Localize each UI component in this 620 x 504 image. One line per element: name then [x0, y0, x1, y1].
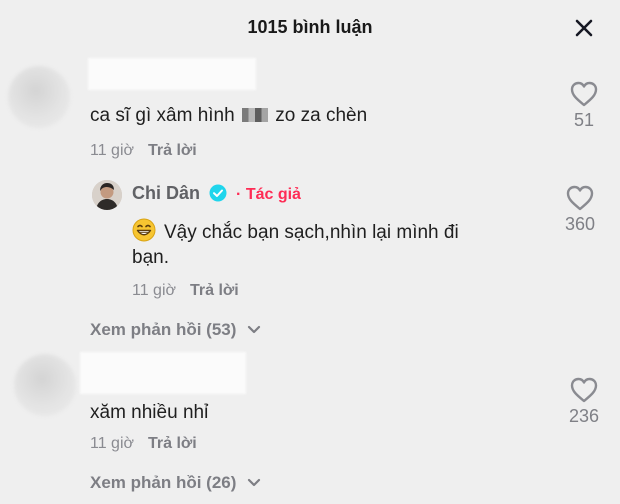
view-replies-label: Xem phản hồi (26) — [90, 473, 237, 492]
comment-time: 11 giờ — [90, 142, 134, 159]
heart-outline-icon — [570, 377, 598, 403]
view-replies-button[interactable]: Xem phản hồi (53) — [90, 320, 261, 340]
view-replies-label: Xem phản hồi (53) — [90, 320, 237, 339]
chevron-down-icon — [248, 478, 261, 487]
grin-emoji-icon — [132, 218, 156, 242]
heart-outline-icon — [566, 185, 594, 211]
reply-button[interactable]: Trả lời — [190, 282, 239, 299]
author-name[interactable]: Chi Dân — [132, 183, 200, 203]
reply-text-line: Vậy chắc bạn sạch,nhìn lại mình đi — [164, 222, 459, 243]
comment-text-part: ca sĩ gì xâm hình — [90, 105, 235, 126]
author-name-row: Chi Dân · Tác giả — [132, 183, 301, 204]
like-count: 236 — [568, 406, 600, 426]
avatar[interactable] — [8, 66, 70, 128]
comment-meta: 11 giờ Trả lời — [90, 435, 197, 453]
verified-badge-icon — [209, 184, 227, 202]
comment-text: xăm nhiều nhỉ — [90, 402, 209, 423]
reply-text: Vậy chắc bạn sạch,nhìn lại mình đi — [132, 218, 459, 244]
username-redacted[interactable] — [88, 58, 256, 90]
close-icon[interactable] — [572, 16, 596, 40]
reply-meta: 11 giờ Trả lời — [132, 282, 239, 300]
comments-count-title: 1015 bình luận — [247, 17, 373, 37]
censored-word — [241, 108, 268, 122]
like-count: 360 — [564, 214, 596, 234]
comment-text-part: zo za chèn — [275, 105, 368, 126]
reply-text-line: bạn. — [132, 247, 169, 268]
author-avatar[interactable] — [92, 180, 122, 210]
like-button[interactable]: 360 — [550, 184, 610, 235]
chevron-down-icon — [248, 325, 261, 334]
reply-button[interactable]: Trả lời — [148, 435, 197, 452]
like-button[interactable]: 51 — [554, 80, 614, 131]
reply-time: 11 giờ — [132, 282, 176, 299]
heart-outline-icon — [570, 81, 598, 107]
author-tag: · Tác giả — [236, 186, 301, 203]
reply-button[interactable]: Trả lời — [148, 142, 197, 159]
comment-time: 11 giờ — [90, 435, 134, 452]
like-button[interactable]: 236 — [554, 376, 614, 427]
avatar[interactable] — [14, 354, 76, 416]
comment-meta: 11 giờ Trả lời — [90, 142, 197, 160]
comment-text: ca sĩ gì xâm hình zo za chèn — [90, 105, 367, 127]
like-count: 51 — [573, 110, 595, 130]
comments-header: 1015 bình luận — [0, 0, 620, 56]
username-redacted[interactable] — [80, 352, 246, 394]
view-replies-button[interactable]: Xem phản hồi (26) — [90, 473, 261, 493]
